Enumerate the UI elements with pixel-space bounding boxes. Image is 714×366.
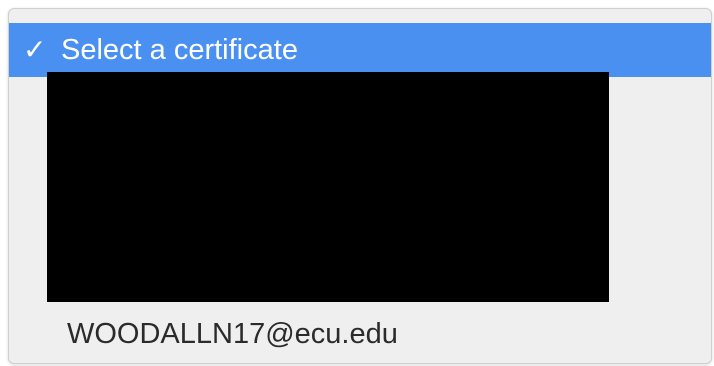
menu-item-select-a-certificate[interactable]: ✓ Select a certificate xyxy=(9,23,711,77)
menu-item-label: WOODALLN17@ecu.edu xyxy=(67,317,398,350)
menu-item-label: Select a certificate xyxy=(61,33,298,66)
screenshot-frame: ✓ Select a certificate WOODALLN17@ecu.ed… xyxy=(0,0,714,366)
checkmark-icon: ✓ xyxy=(23,33,47,66)
menu-item-certificate-email[interactable]: WOODALLN17@ecu.edu xyxy=(9,309,711,359)
redacted-certificate-list xyxy=(47,72,609,302)
certificate-dropdown-menu: ✓ Select a certificate WOODALLN17@ecu.ed… xyxy=(8,8,712,364)
